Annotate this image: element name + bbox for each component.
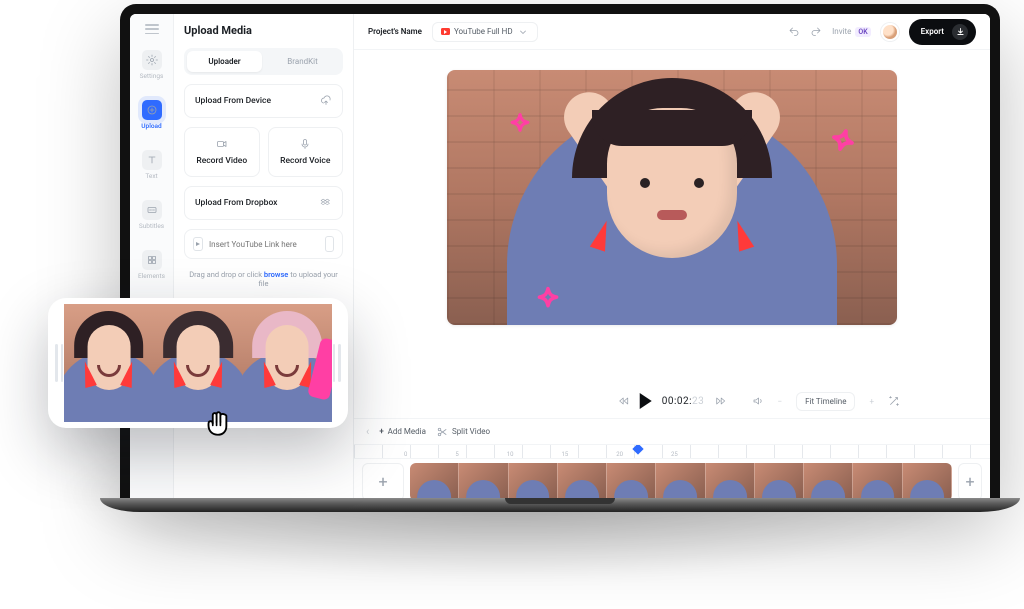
preset-label: YouTube Full HD: [454, 27, 513, 36]
rail-settings[interactable]: Settings: [130, 46, 173, 84]
youtube-link-input-wrap: [184, 229, 343, 259]
tab-brandkit[interactable]: BrandKit: [265, 51, 340, 72]
grab-cursor-icon: [200, 405, 234, 439]
cloud-upload-icon: [320, 95, 332, 107]
youtube-link-input[interactable]: [209, 240, 319, 249]
text-icon: [142, 150, 162, 170]
rail-label: Settings: [140, 72, 164, 80]
project-name[interactable]: Project's Name: [368, 27, 422, 36]
ruler-mark: 5: [455, 451, 458, 458]
magic-icon[interactable]: [888, 395, 900, 407]
upload-dropbox-label: Upload From Dropbox: [195, 198, 277, 208]
rail-label: Elements: [138, 272, 165, 280]
record-video[interactable]: Record Video: [184, 127, 260, 177]
ruler-mark: 10: [507, 451, 514, 458]
rail-upload[interactable]: Upload: [130, 96, 173, 134]
video-clip[interactable]: [410, 463, 952, 501]
video-editor-app: Settings Upload Text Subtitles Elements …: [130, 14, 990, 504]
append-clip-button[interactable]: +: [958, 463, 982, 501]
zoom-out[interactable]: −: [778, 397, 783, 406]
camera-icon: [216, 138, 228, 150]
rail-label: Upload: [141, 122, 161, 130]
rail-subtitles[interactable]: Subtitles: [130, 196, 173, 234]
hint-pre: Drag and drop or click: [189, 270, 264, 279]
gear-icon: [142, 50, 162, 70]
ruler-mark: 20: [616, 451, 623, 458]
timecode: 00:02:23: [662, 396, 705, 407]
preset-selector[interactable]: YouTube Full HD: [432, 22, 538, 42]
playhead[interactable]: [634, 445, 642, 453]
export-button[interactable]: Export: [909, 19, 976, 45]
dropbox-icon: [320, 197, 332, 209]
main-area: Project's Name YouTube Full HD Invite OK…: [354, 14, 990, 504]
fit-timeline[interactable]: Fit Timeline: [796, 392, 855, 411]
add-media-button[interactable]: +Add Media: [379, 427, 426, 436]
ruler-mark: 15: [562, 451, 569, 458]
topbar: Project's Name YouTube Full HD Invite OK…: [354, 14, 990, 50]
invite-tag: OK: [855, 27, 870, 37]
rail-label: Text: [145, 172, 157, 180]
rail-label: Subtitles: [139, 222, 164, 230]
trim-handle-right[interactable]: [332, 304, 342, 422]
download-icon: [952, 24, 968, 40]
add-media-label: Add Media: [388, 427, 426, 436]
clip-thumb: [64, 304, 153, 422]
panel-tabs: Uploader BrandKit: [184, 48, 343, 75]
playback-controls: 00:02:23 − Fit Timeline +: [354, 384, 990, 418]
preview-canvas[interactable]: [447, 70, 897, 325]
record-voice[interactable]: Record Voice: [268, 127, 344, 177]
split-label: Split Video: [452, 427, 490, 436]
scissors-icon: [436, 426, 448, 438]
volume-icon[interactable]: [752, 395, 764, 407]
record-video-label: Record Video: [196, 156, 247, 166]
preview-area: [354, 50, 990, 384]
youtube-icon: [193, 237, 203, 251]
collapse-icon[interactable]: ‹: [366, 425, 369, 438]
clip-thumb: [243, 304, 332, 422]
invite-label: Invite: [832, 27, 851, 36]
ruler-mark: 25: [671, 451, 678, 458]
forward-icon[interactable]: [714, 395, 726, 407]
elements-icon: [142, 250, 162, 270]
upload-from-dropbox[interactable]: Upload From Dropbox: [184, 186, 343, 220]
split-video-button[interactable]: Split Video: [436, 426, 490, 438]
browse-link[interactable]: browse: [264, 270, 289, 279]
timeline-ruler[interactable]: 0 5 10 15 20 25: [354, 444, 990, 458]
sparkle-icon: [534, 286, 563, 315]
fit-label: Fit Timeline: [805, 397, 846, 406]
play-button[interactable]: [640, 393, 652, 409]
export-label: Export: [921, 27, 944, 36]
rewind-icon[interactable]: [618, 395, 630, 407]
rail-elements[interactable]: Elements: [130, 246, 173, 284]
upload-hint: Drag and drop or click browse to upload …: [184, 270, 343, 288]
subtitles-icon: [142, 200, 162, 220]
rail-text[interactable]: Text: [130, 146, 173, 184]
mic-icon: [299, 138, 311, 150]
redo-icon[interactable]: [810, 26, 822, 38]
invite-button[interactable]: Invite OK: [832, 27, 871, 37]
undo-icon[interactable]: [788, 26, 800, 38]
chevron-down-icon: [517, 26, 529, 38]
menu-icon[interactable]: [145, 24, 159, 34]
trim-handle-left[interactable]: [54, 304, 64, 422]
floating-clip-selection[interactable]: [48, 298, 348, 428]
left-rail: Settings Upload Text Subtitles Elements …: [130, 14, 174, 504]
timeline-tools: ‹ +Add Media Split Video: [354, 418, 990, 444]
upload-from-device[interactable]: Upload From Device: [184, 84, 343, 118]
zoom-in[interactable]: +: [869, 397, 874, 406]
sparkle-icon: [507, 112, 533, 138]
add-clip-button[interactable]: +: [362, 463, 404, 501]
panel-title: Upload Media: [184, 24, 343, 37]
tab-uploader[interactable]: Uploader: [187, 51, 262, 72]
ruler-mark: 0: [404, 451, 407, 458]
record-voice-label: Record Voice: [280, 156, 330, 166]
youtube-badge-icon: [441, 28, 450, 35]
upload-icon: [142, 100, 162, 120]
user-avatar[interactable]: [881, 23, 899, 41]
upload-device-label: Upload From Device: [195, 96, 271, 106]
paste-icon[interactable]: [325, 236, 334, 252]
